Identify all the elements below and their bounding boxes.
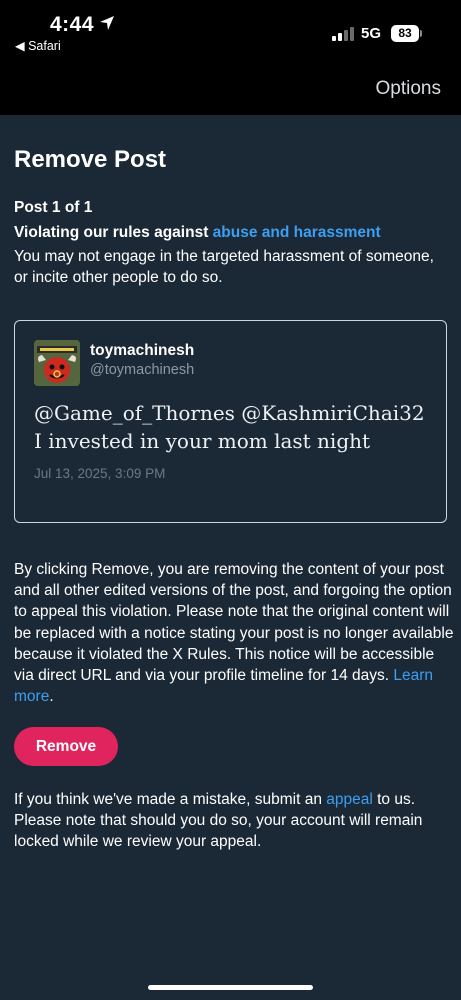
- location-arrow-icon: [100, 16, 114, 30]
- avatar-image: [34, 340, 80, 386]
- rule-prefix: Violating our rules against: [14, 224, 213, 241]
- cellular-signal-icon: [332, 27, 354, 41]
- status-time: 4:44: [50, 13, 95, 36]
- removal-notice-text: By clicking Remove, you are removing the…: [14, 561, 454, 685]
- remove-button[interactable]: Remove: [14, 727, 118, 766]
- page-title: Remove Post: [14, 146, 167, 173]
- post-author-name: toymachinesh: [90, 342, 195, 359]
- notice-period: .: [49, 688, 54, 706]
- rule-violation-heading: Violating our rules against abuse and ha…: [14, 224, 381, 242]
- battery-level: 83: [398, 26, 412, 40]
- post-text-line: I invested in your mom last night: [34, 429, 371, 453]
- network-type: 5G: [361, 25, 382, 42]
- avatar: [34, 340, 80, 386]
- post-card: toymachinesh @toymachinesh @Game_of_Thor…: [14, 320, 447, 523]
- post-text-line: @Game_of_Thornes @KashmiriChai32: [34, 401, 425, 425]
- home-indicator[interactable]: [148, 985, 313, 990]
- removal-notice: By clicking Remove, you are removing the…: [14, 559, 454, 707]
- appeal-notice: If you think we've made a mistake, submi…: [14, 789, 454, 853]
- appeal-link[interactable]: appeal: [326, 791, 373, 808]
- rule-description: You may not engage in the targeted haras…: [14, 248, 434, 286]
- options-button[interactable]: Options: [376, 78, 441, 100]
- post-author-handle: @toymachinesh: [90, 362, 195, 378]
- rule-link[interactable]: abuse and harassment: [213, 224, 381, 241]
- appeal-prefix: If you think we've made a mistake, submi…: [14, 791, 327, 808]
- back-to-safari-link[interactable]: ◀ Safari: [15, 38, 61, 53]
- battery-tip: [420, 30, 422, 37]
- post-count: Post 1 of 1: [14, 199, 93, 216]
- post-timestamp: Jul 13, 2025, 3:09 PM: [34, 466, 166, 481]
- battery-icon: 83: [391, 25, 419, 42]
- post-text: @Game_of_Thornes @KashmiriChai32 I inves…: [34, 399, 434, 455]
